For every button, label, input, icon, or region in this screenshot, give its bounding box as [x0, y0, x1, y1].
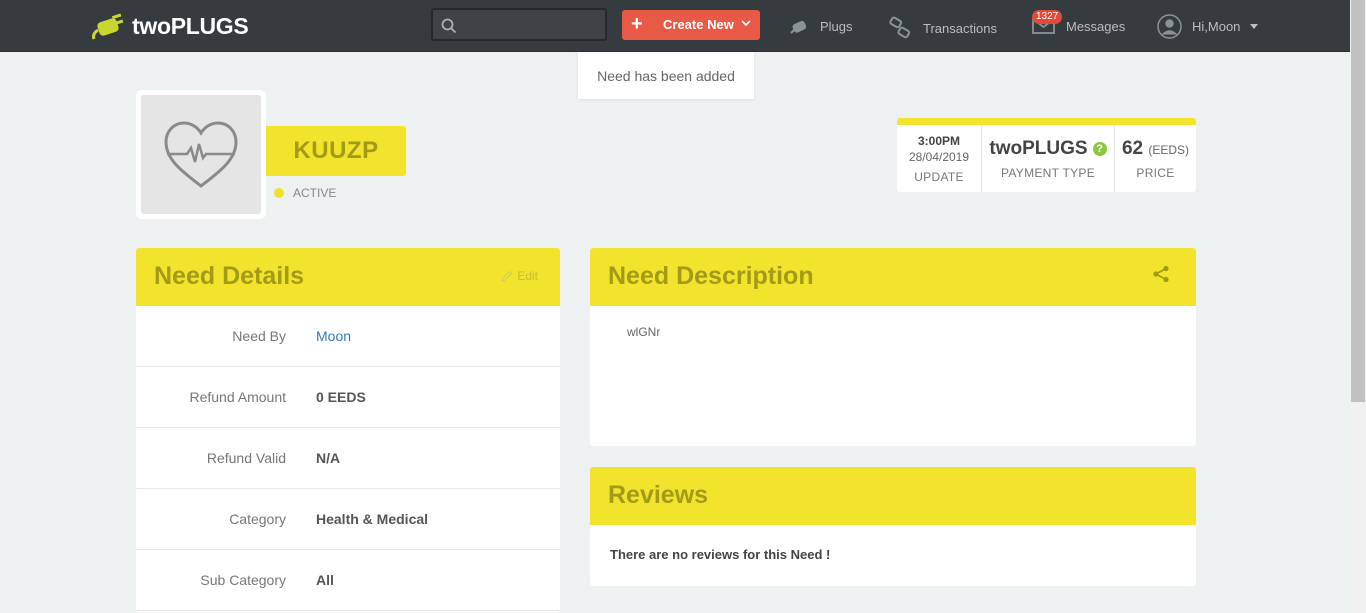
search-input[interactable]: [431, 8, 607, 41]
nav-transactions-label: Transactions: [923, 20, 997, 36]
nav-plugs-label: Plugs: [820, 18, 853, 34]
create-new-label: Create New: [663, 17, 734, 32]
user-avatar-icon: [1157, 13, 1182, 39]
plug-icon: [790, 20, 807, 34]
notification-toast: Need has been added: [578, 52, 754, 99]
plus-icon: +: [631, 13, 643, 35]
description-text: wlGNr: [627, 325, 661, 339]
detail-row: Sub Category All: [136, 550, 560, 611]
need-info-card: 3:00PM 28/04/2019 UPDATE twoPLUGS ? PAYM…: [897, 118, 1196, 192]
messages-count-badge: 1327: [1032, 10, 1063, 24]
price-column: 62 (EEDS) PRICE: [1115, 125, 1196, 192]
payment-type-caption: PAYMENT TYPE: [1000, 165, 1096, 180]
need-avatar: [136, 90, 266, 219]
page-scrollbar[interactable]: [1350, 0, 1366, 613]
nav-transactions[interactable]: Transactions: [888, 2, 997, 54]
nav-messages-label: Messages: [1066, 18, 1126, 34]
price-unit: (EEDS): [1148, 142, 1190, 157]
need-details-title: Need Details: [154, 262, 305, 290]
need-description-title: Need Description: [608, 262, 814, 290]
detail-key: Refund Valid: [206, 450, 286, 466]
price-caption: PRICE: [1136, 165, 1175, 180]
detail-key: Refund Amount: [189, 389, 286, 405]
user-greeting: Hi,Moon: [1192, 18, 1241, 34]
logo[interactable]: twoPLUGS: [90, 10, 249, 42]
status-label: ACTIVE: [293, 186, 337, 200]
edit-label: Edit: [517, 269, 538, 283]
chevron-down-icon: [741, 20, 751, 27]
search-icon: [441, 18, 457, 34]
plug-logo-icon: [90, 12, 128, 40]
detail-row: Category Health & Medical: [136, 489, 560, 550]
need-name: KUUZP: [266, 126, 406, 176]
need-description-panel: Need Description wlGNr: [590, 248, 1196, 446]
update-time: 3:00PM: [917, 133, 961, 148]
update-date: 28/04/2019: [908, 149, 970, 164]
detail-value: 0 EEDS: [316, 389, 366, 405]
no-reviews-message: There are no reviews for this Need !: [610, 547, 831, 562]
top-navbar: twoPLUGS + Create New Plugs Transactions: [0, 0, 1350, 52]
detail-value: N/A: [316, 450, 341, 466]
reviews-title: Reviews: [608, 481, 709, 509]
update-column: 3:00PM 28/04/2019 UPDATE: [897, 125, 982, 192]
detail-key: Sub Category: [200, 572, 286, 588]
nav-messages[interactable]: Messages: [1032, 0, 1125, 52]
nav-plugs[interactable]: Plugs: [790, 0, 853, 52]
price-value: 62: [1121, 137, 1144, 159]
heart-pulse-icon: [164, 120, 238, 188]
detail-key: Category: [229, 511, 286, 527]
share-icon[interactable]: [1152, 265, 1170, 283]
user-menu[interactable]: Hi,Moon: [1157, 0, 1268, 52]
scrollbar-thumb[interactable]: [1351, 0, 1365, 402]
detail-value: Health & Medical: [316, 511, 429, 527]
update-caption: UPDATE: [914, 169, 964, 184]
detail-key: Need By: [232, 328, 286, 344]
status-indicator: ACTIVE: [274, 186, 336, 200]
detail-value: All: [316, 572, 334, 588]
detail-row: Need By Moon: [136, 306, 560, 367]
need-by-link[interactable]: Moon: [316, 328, 351, 344]
payment-type-column: twoPLUGS ? PAYMENT TYPE: [982, 125, 1115, 192]
payment-type-value: twoPLUGS: [989, 137, 1088, 159]
detail-row: Refund Valid N/A: [136, 428, 560, 489]
status-dot: [274, 188, 284, 198]
edit-button[interactable]: Edit: [501, 269, 538, 283]
reviews-panel: Reviews There are no reviews for this Ne…: [590, 467, 1196, 586]
pencil-icon: [501, 270, 513, 282]
transactions-icon: [889, 16, 911, 39]
caret-down-icon: [1250, 23, 1259, 29]
logo-text: twoPLUGS: [132, 12, 249, 39]
detail-row: Refund Amount 0 EEDS: [136, 367, 560, 428]
help-icon[interactable]: ?: [1092, 141, 1107, 156]
need-details-panel: Need Details Edit Need By Moon Refund Am…: [136, 248, 560, 613]
create-new-button[interactable]: + Create New: [622, 10, 760, 40]
